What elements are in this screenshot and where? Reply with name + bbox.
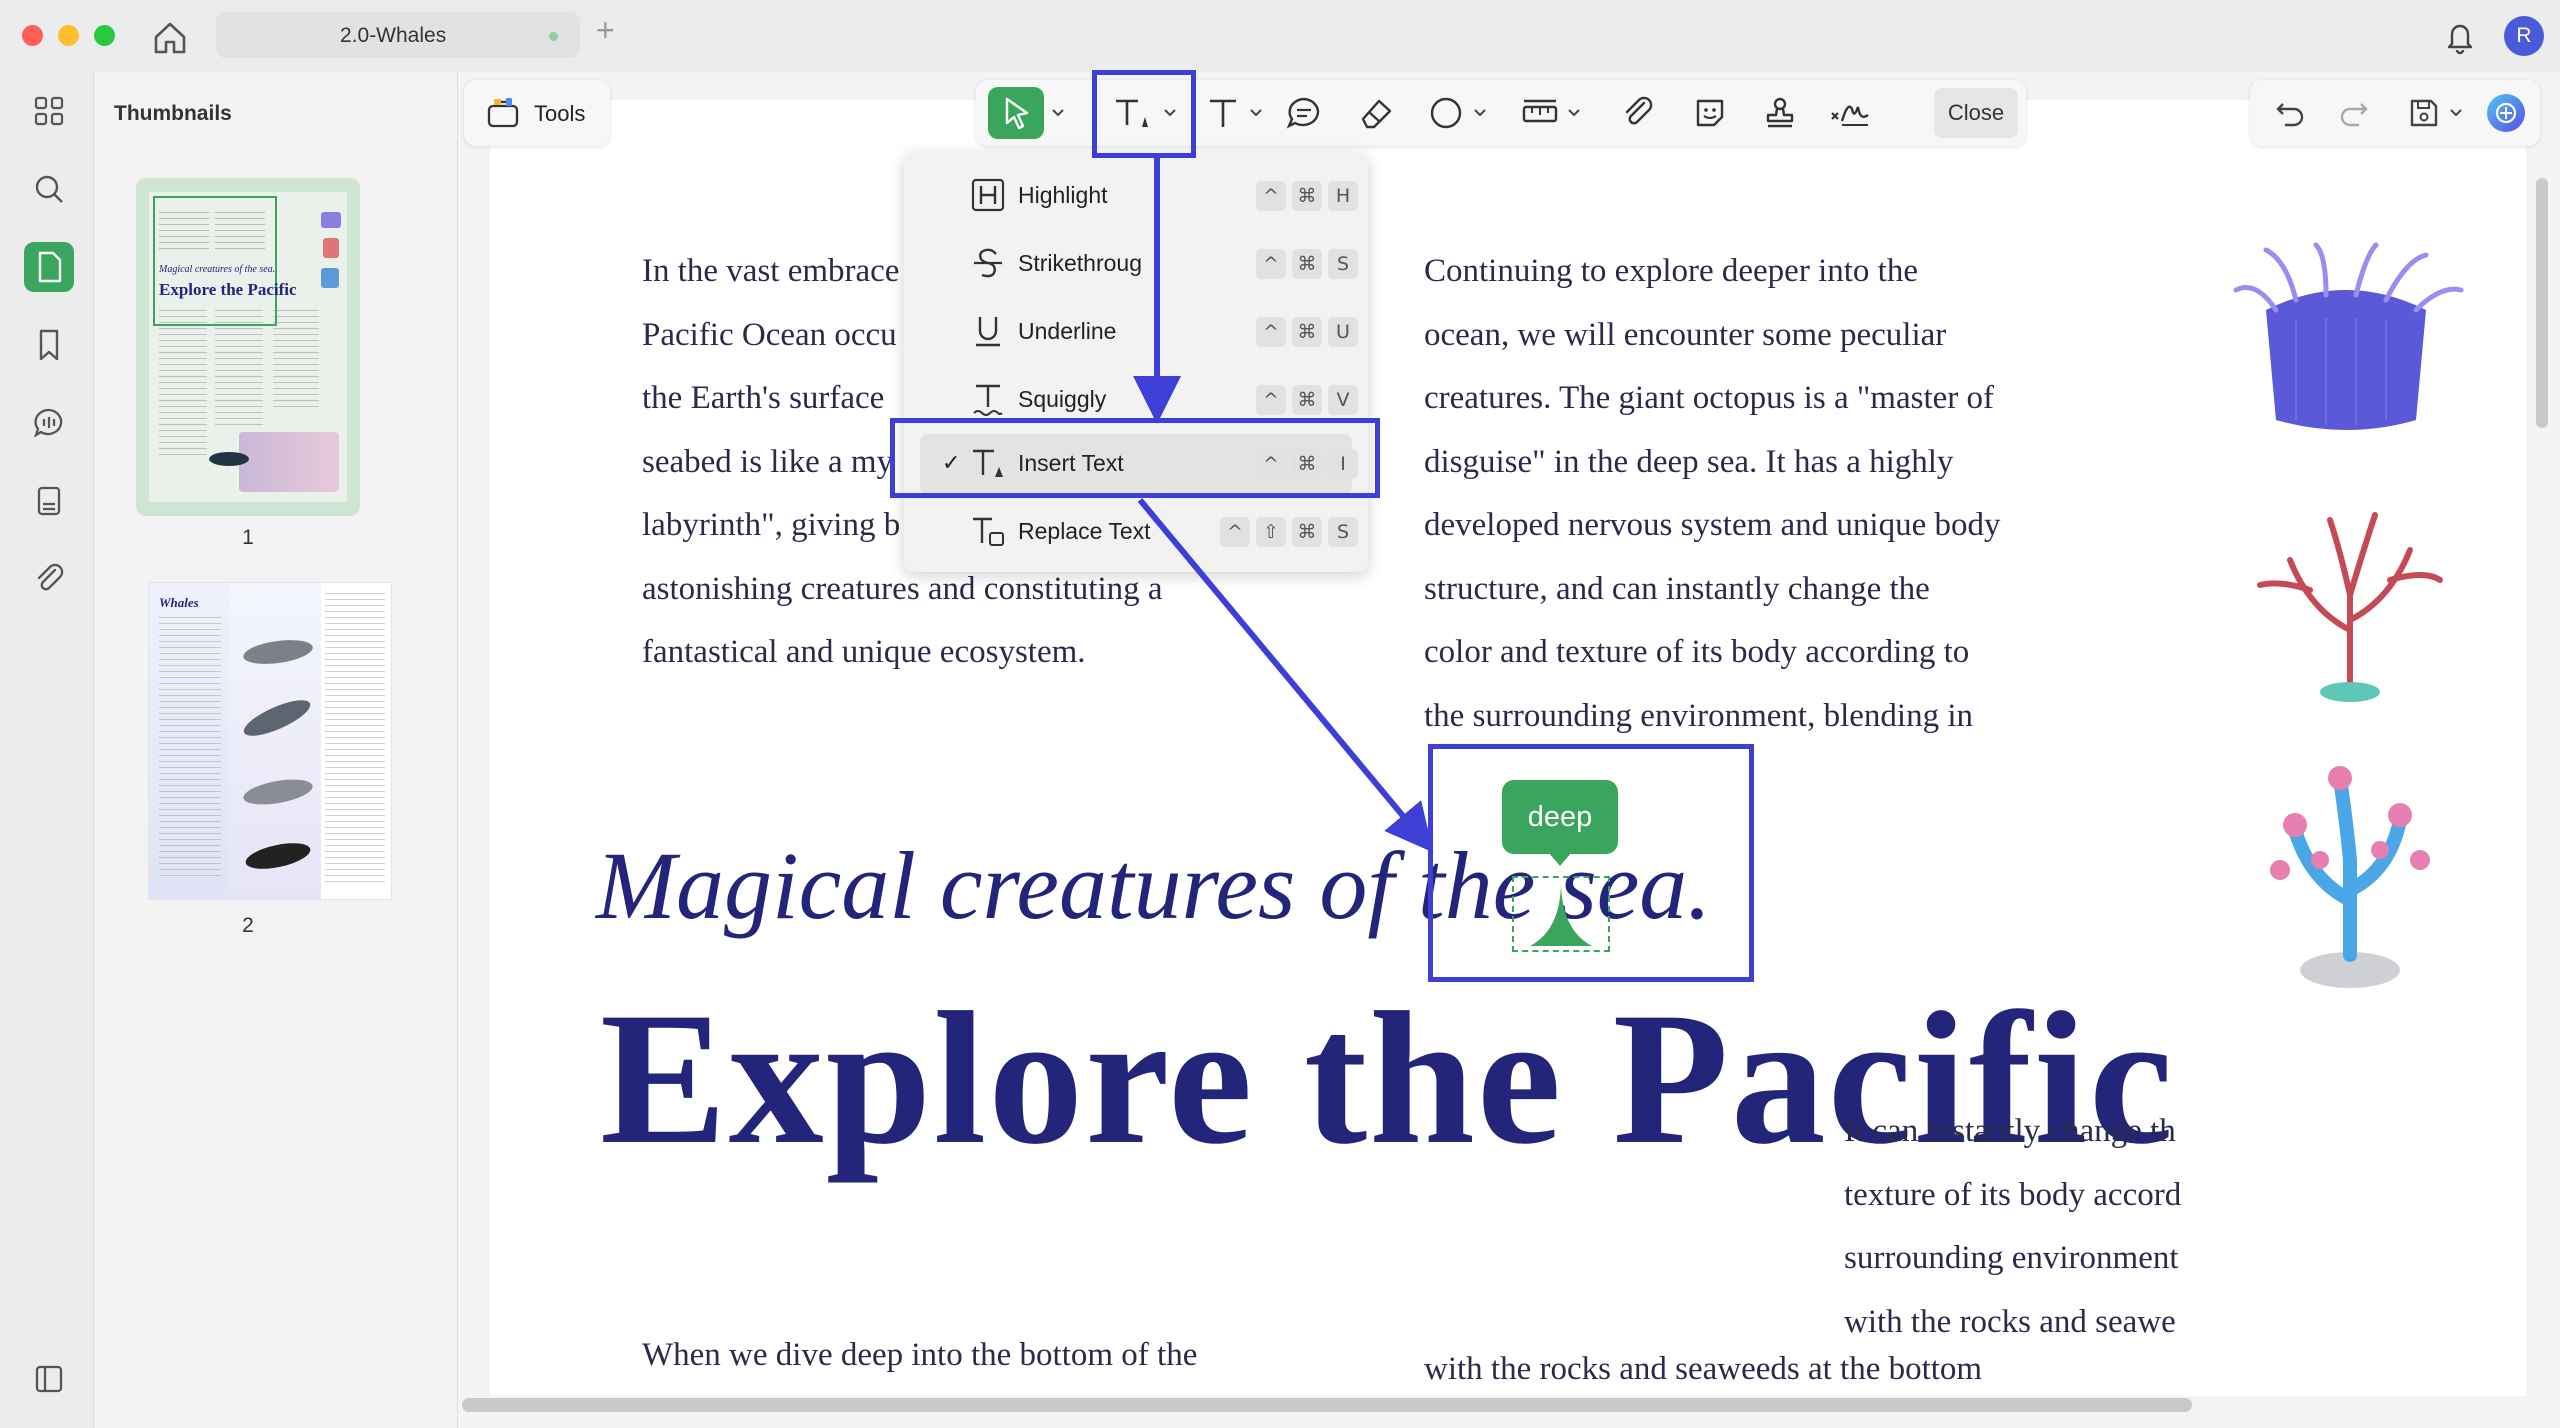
guide-arrows — [1133, 156, 1434, 853]
horizontal-scrollbar[interactable] — [462, 1398, 2192, 1412]
vertical-scrollbar[interactable] — [2536, 178, 2548, 428]
